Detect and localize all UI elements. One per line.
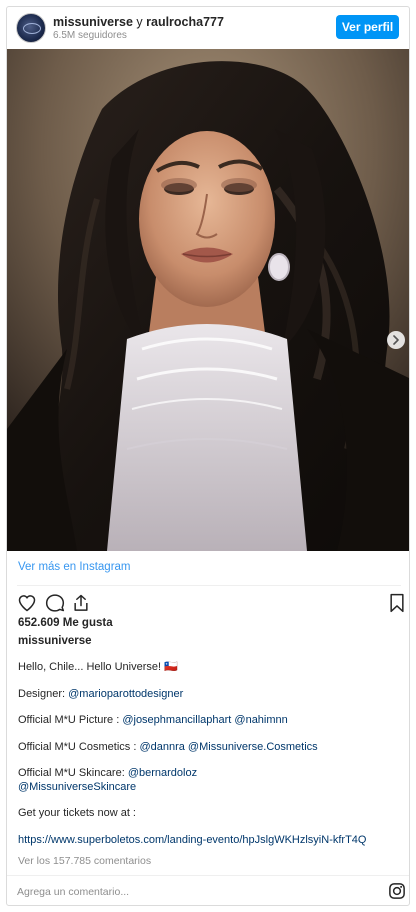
action-bar — [7, 591, 409, 615]
avatar[interactable] — [16, 13, 46, 43]
instagram-embed-card: missuniverse y raulrocha777 6.5M seguido… — [6, 6, 410, 906]
post-caption: Hello, Chile... Hello Universe! 🇨🇱 Desig… — [18, 661, 402, 860]
instagram-logo-icon[interactable] — [388, 882, 406, 900]
next-photo-button[interactable] — [387, 331, 405, 349]
view-comments-link[interactable]: Ver los 157.785 comentarios — [18, 855, 151, 867]
post-owner: missuniverse y raulrocha777 — [53, 15, 224, 29]
cosmetics-label: Official M*U Cosmetics : — [18, 740, 140, 753]
mention-link[interactable]: @nahimnn — [234, 714, 287, 726]
caption-line-greeting: Hello, Chile... Hello Universe! 🇨🇱 — [18, 661, 178, 673]
view-profile-button[interactable]: Ver perfil — [336, 15, 399, 39]
bookmark-icon[interactable] — [388, 593, 406, 613]
like-count: 652.609 Me gusta — [18, 617, 113, 629]
skincare-label: Official M*U Skincare: — [18, 767, 128, 779]
caption-line-url: https://www.superboletos.com/landing-eve… — [18, 834, 402, 848]
caption-line-tickets: Get your tickets now at : — [18, 807, 136, 819]
comment-bar: Agrega un comentario... — [7, 875, 409, 905]
add-comment-input[interactable]: Agrega un comentario... — [17, 886, 129, 898]
divider — [17, 585, 401, 586]
chevron-right-icon — [393, 335, 399, 345]
view-more-instagram-link[interactable]: Ver más en Instagram — [18, 561, 131, 573]
ticket-url-link[interactable]: https://www.superboletos.com/landing-eve… — [18, 834, 366, 846]
caption-line-cosmetics: Official M*U Cosmetics : @dannra @Missun… — [18, 741, 402, 755]
mention-link[interactable]: @bernardoloz — [128, 767, 197, 779]
comment-icon[interactable] — [45, 593, 65, 613]
mention-link[interactable]: @MissuniverseSkincare — [18, 781, 136, 793]
follower-count: 6.5M seguidores — [53, 30, 127, 41]
mention-link[interactable]: @dannra — [139, 741, 184, 753]
mention-link[interactable]: @josephmancillaphart — [122, 714, 231, 726]
caption-username[interactable]: missuniverse — [18, 635, 92, 647]
post-header: missuniverse y raulrocha777 6.5M seguido… — [7, 7, 409, 49]
mention-link[interactable]: @Missuniverse.Cosmetics — [188, 741, 318, 753]
owner-connector: y — [132, 15, 147, 29]
post-photo[interactable] — [7, 49, 409, 551]
picture-label: Official M*U Picture : — [18, 714, 123, 726]
caption-line-skincare: Official M*U Skincare: @bernardoloz @Miss… — [18, 767, 402, 794]
portrait-illustration — [7, 49, 409, 551]
account-username[interactable]: missuniverse — [53, 15, 133, 29]
caption-line-designer: Designer: @marioparottodesigner — [18, 688, 402, 702]
share-icon[interactable] — [71, 593, 91, 613]
caption-line-picture: Official M*U Picture : @josephmancillaph… — [18, 714, 402, 728]
collaborator-username[interactable]: raulrocha777 — [146, 15, 224, 29]
mention-link[interactable]: @marioparottodesigner — [68, 688, 183, 700]
designer-label: Designer: — [18, 687, 69, 700]
heart-icon[interactable] — [17, 593, 37, 613]
avatar-logo-icon — [23, 23, 41, 34]
